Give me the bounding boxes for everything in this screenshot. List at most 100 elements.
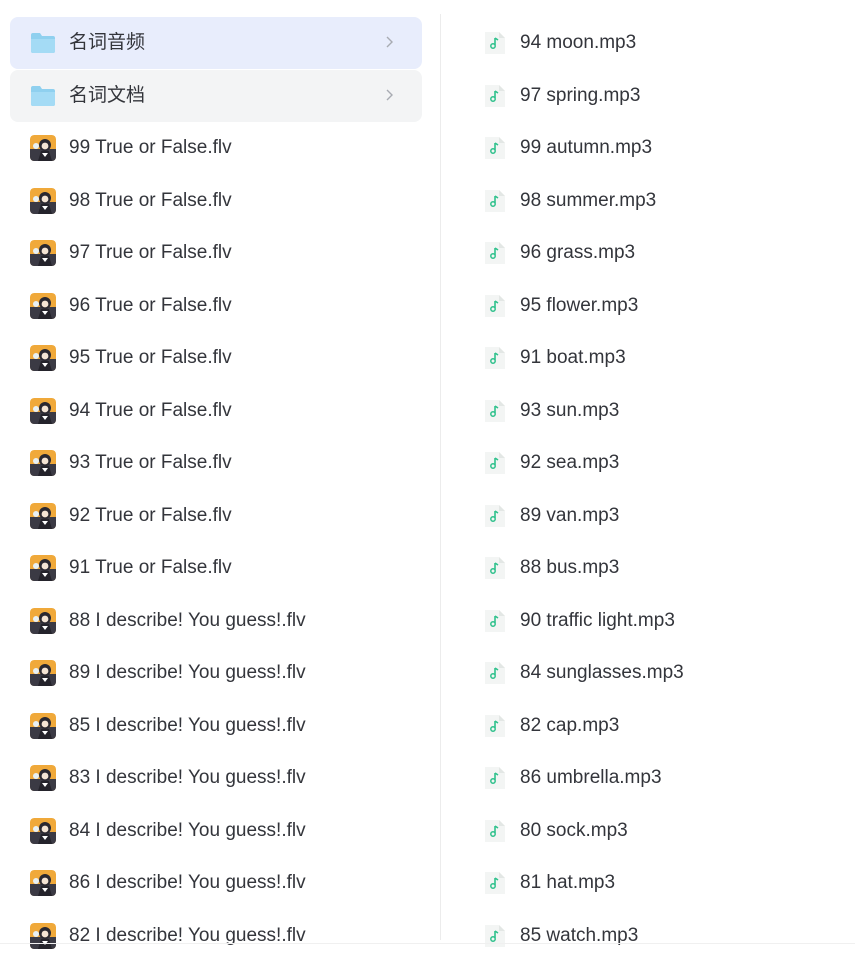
file-name: 83 I describe! You guess!.flv — [69, 767, 306, 788]
file-name: 85 I describe! You guess!.flv — [69, 714, 306, 736]
audio-file-icon — [485, 242, 505, 264]
file-name: 93 True or False.flv — [69, 452, 232, 473]
file-name: 88 bus.mp3 — [520, 557, 620, 578]
file-row[interactable]: 80 sock.mp3 — [474, 805, 855, 857]
audio-file-icon — [485, 399, 505, 422]
chevron-right-icon — [386, 89, 393, 100]
folder-list-pane[interactable]: 名词音频 名词文档 99 True or False.flv 98 True or… — [10, 17, 422, 954]
file-row[interactable]: 86 I describe! You guess!.flv — [10, 857, 422, 909]
file-row[interactable]: 91 boat.mp3 — [474, 332, 855, 384]
file-row[interactable]: 85 I describe! You guess!.flv — [10, 700, 422, 752]
video-thumbnail-icon — [30, 607, 56, 634]
file-row[interactable]: 96 grass.mp3 — [474, 227, 855, 279]
folder-icon — [31, 85, 55, 106]
file-name: 98 True or False.flv — [69, 189, 232, 211]
file-name: 89 I describe! You guess!.flv — [69, 662, 306, 683]
file-row[interactable]: 94 moon.mp3 — [474, 17, 855, 69]
audio-file-icon — [485, 714, 505, 737]
audio-file-icon — [485, 347, 505, 369]
file-list-pane[interactable]: 94 moon.mp3 97 spring.mp3 99 autumn.mp3 98 … — [474, 17, 855, 954]
file-name: 95 True or False.flv — [69, 347, 232, 368]
file-name: 90 traffic light.mp3 — [520, 609, 675, 631]
file-row[interactable]: 98 True or False.flv — [10, 175, 422, 227]
video-thumbnail-icon — [30, 555, 56, 581]
file-row[interactable]: 97 True or False.flv — [10, 227, 422, 279]
video-thumbnail-icon — [30, 817, 56, 844]
file-row[interactable]: 97 spring.mp3 — [474, 70, 855, 122]
file-name: 86 I describe! You guess!.flv — [69, 872, 306, 893]
audio-file-icon — [485, 504, 505, 527]
file-name: 89 van.mp3 — [520, 504, 620, 526]
file-row[interactable]: 93 True or False.flv — [10, 437, 422, 489]
file-row[interactable]: 82 cap.mp3 — [474, 700, 855, 752]
video-thumbnail-icon — [30, 240, 56, 266]
file-row[interactable]: 83 I describe! You guess!.flv — [10, 752, 422, 804]
video-thumbnail-icon — [30, 502, 56, 529]
file-name: 99 True or False.flv — [69, 137, 232, 158]
video-thumbnail-icon — [30, 870, 56, 896]
audio-file-icon — [485, 924, 505, 947]
audio-file-icon — [485, 662, 505, 684]
folder-row-noun-audio[interactable]: 名词音频 — [10, 17, 422, 69]
file-row[interactable]: 88 I describe! You guess!.flv — [10, 595, 422, 647]
file-name: 96 grass.mp3 — [520, 242, 636, 263]
file-name: 92 True or False.flv — [69, 504, 232, 526]
file-row[interactable]: 99 True or False.flv — [10, 122, 422, 174]
file-name: 97 spring.mp3 — [520, 84, 641, 106]
pane-divider[interactable] — [440, 14, 441, 940]
file-name: 92 sea.mp3 — [520, 452, 620, 473]
audio-file-icon — [485, 819, 505, 842]
file-row[interactable]: 84 I describe! You guess!.flv — [10, 805, 422, 857]
folder-row-noun-docs[interactable]: 名词文档 — [10, 69, 422, 122]
file-name: 94 True or False.flv — [69, 399, 232, 421]
file-name: 84 I describe! You guess!.flv — [69, 819, 306, 841]
audio-file-icon — [485, 189, 505, 212]
file-name: 86 umbrella.mp3 — [520, 767, 662, 788]
folder-label: 名词音频 — [69, 32, 146, 53]
file-row[interactable]: 81 hat.mp3 — [474, 857, 855, 909]
file-browser: 名词音频 名词文档 99 True or False.flv 98 True or… — [0, 0, 855, 954]
file-row[interactable]: 96 True or False.flv — [10, 280, 422, 332]
file-row[interactable]: 92 sea.mp3 — [474, 437, 855, 489]
video-thumbnail-icon — [30, 292, 56, 319]
file-row[interactable]: 93 sun.mp3 — [474, 385, 855, 437]
audio-file-icon — [485, 609, 505, 632]
audio-file-icon — [485, 84, 505, 107]
video-thumbnail-icon — [30, 345, 56, 371]
file-row[interactable]: 88 bus.mp3 — [474, 542, 855, 594]
audio-file-icon — [485, 452, 505, 474]
audio-file-icon — [485, 294, 505, 317]
file-name: 91 boat.mp3 — [520, 347, 626, 368]
bottom-border — [0, 943, 855, 944]
file-row[interactable]: 84 sunglasses.mp3 — [474, 647, 855, 699]
file-row[interactable]: 82 I describe! You guess!.flv — [10, 910, 422, 954]
audio-file-icon — [485, 137, 505, 159]
file-row[interactable]: 89 van.mp3 — [474, 490, 855, 542]
folder-label: 名词文档 — [69, 84, 146, 106]
video-thumbnail-icon — [30, 765, 56, 791]
file-row[interactable]: 95 True or False.flv — [10, 332, 422, 384]
audio-file-icon — [485, 872, 505, 894]
file-row[interactable]: 91 True or False.flv — [10, 542, 422, 594]
file-name: 94 moon.mp3 — [520, 32, 637, 53]
file-row[interactable]: 90 traffic light.mp3 — [474, 595, 855, 647]
file-name: 81 hat.mp3 — [520, 872, 616, 893]
file-row[interactable]: 92 True or False.flv — [10, 490, 422, 542]
file-row[interactable]: 86 umbrella.mp3 — [474, 752, 855, 804]
chevron-right-icon — [386, 36, 393, 48]
file-name: 96 True or False.flv — [69, 294, 232, 316]
video-thumbnail-icon — [30, 922, 56, 949]
file-name: 84 sunglasses.mp3 — [520, 662, 684, 683]
file-row[interactable]: 95 flower.mp3 — [474, 280, 855, 332]
folder-icon — [31, 33, 55, 53]
file-name: 95 flower.mp3 — [520, 294, 639, 316]
file-row[interactable]: 99 autumn.mp3 — [474, 122, 855, 174]
file-name: 91 True or False.flv — [69, 557, 232, 578]
file-row[interactable]: 85 watch.mp3 — [474, 910, 855, 954]
file-name: 93 sun.mp3 — [520, 399, 620, 421]
file-row[interactable]: 94 True or False.flv — [10, 385, 422, 437]
file-row[interactable]: 98 summer.mp3 — [474, 175, 855, 227]
file-name: 88 I describe! You guess!.flv — [69, 609, 306, 631]
file-name: 97 True or False.flv — [69, 242, 232, 263]
file-row[interactable]: 89 I describe! You guess!.flv — [10, 647, 422, 699]
